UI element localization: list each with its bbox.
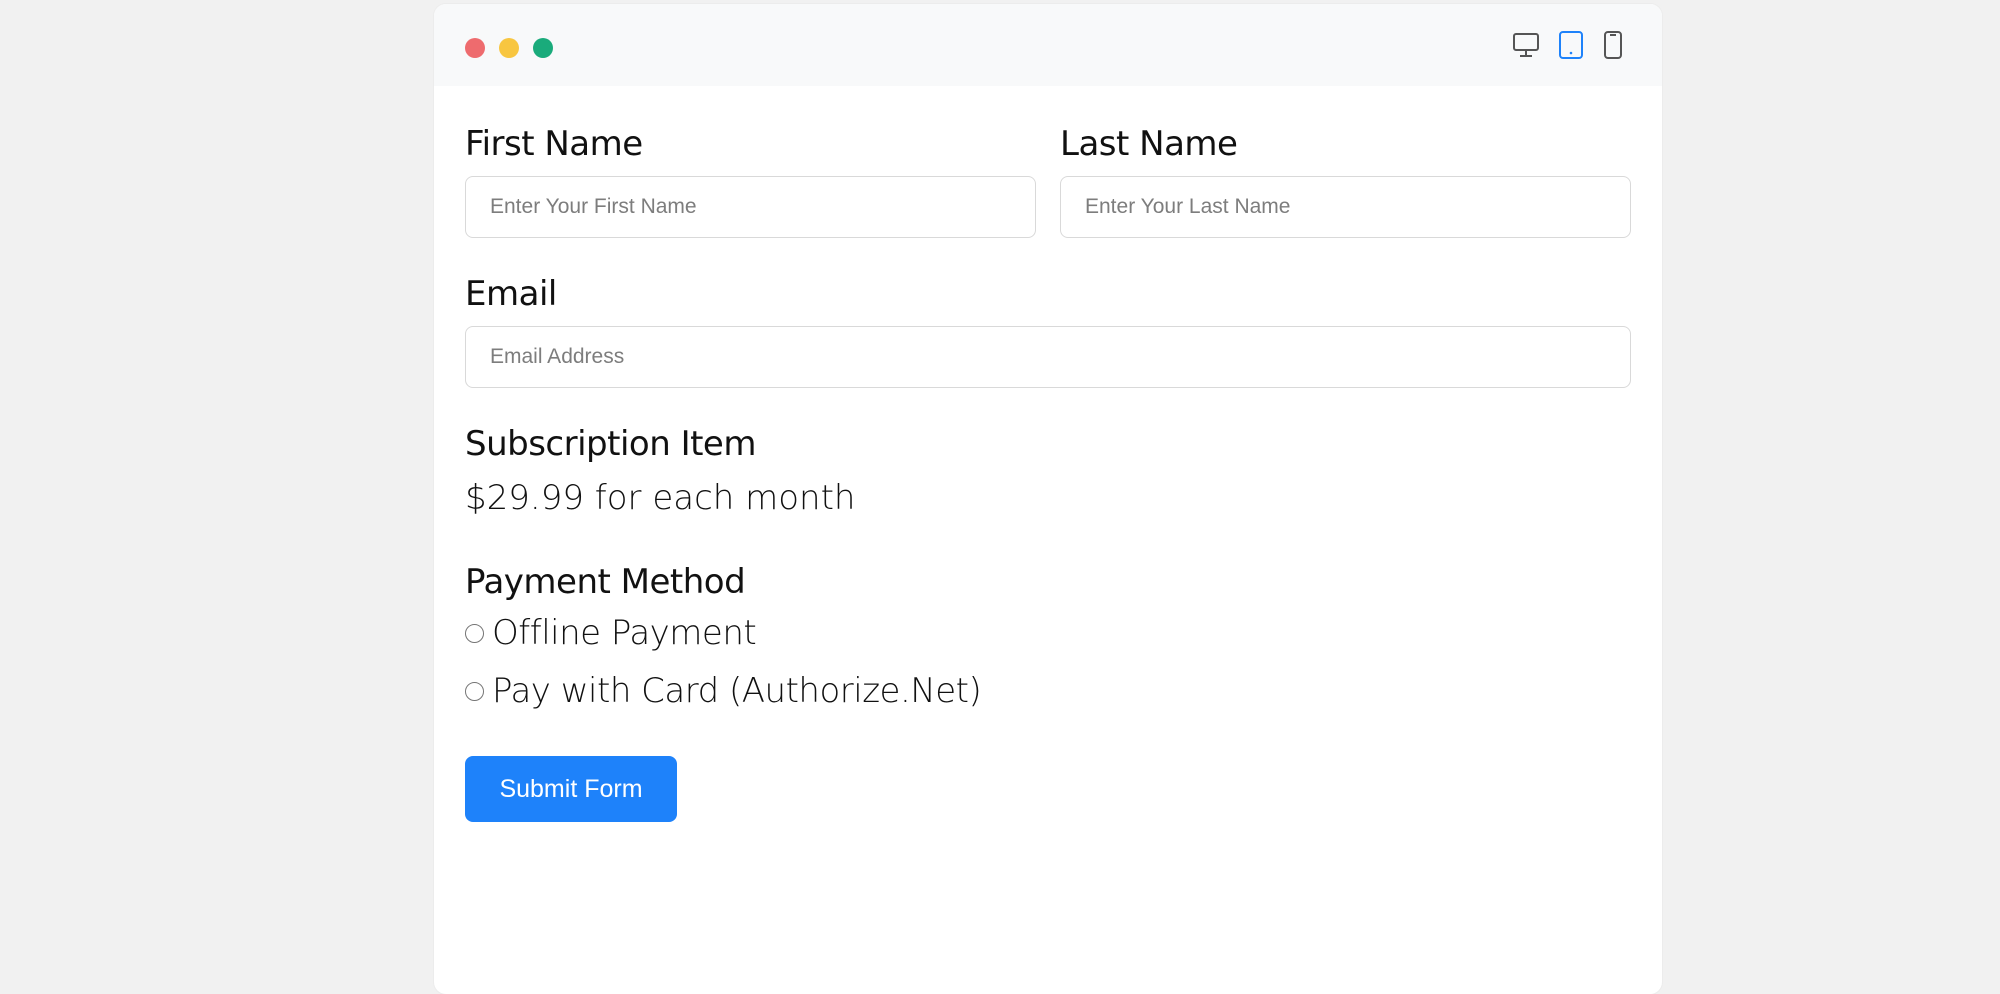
last-name-group: Last Name (1060, 124, 1631, 238)
desktop-icon[interactable] (1512, 32, 1540, 58)
last-name-input[interactable] (1060, 176, 1631, 238)
first-name-group: First Name (465, 124, 1036, 238)
form-body: First Name Last Name Email Subscription … (434, 86, 1662, 822)
mobile-icon[interactable] (1602, 30, 1624, 60)
last-name-label: Last Name (1060, 124, 1238, 164)
tablet-icon[interactable] (1558, 30, 1584, 60)
subscription-group: Subscription Item $29.99 for each month (465, 424, 1631, 520)
offline-payment-label: Offline Payment (492, 613, 757, 653)
subscription-price: $29.99 for each month (465, 478, 856, 518)
window-titlebar (434, 4, 1662, 86)
submit-form-button[interactable]: Submit Form (465, 756, 677, 822)
payment-option-card[interactable]: Pay with Card (Authorize.Net) (465, 662, 1631, 720)
payment-option-offline[interactable]: Offline Payment (465, 604, 1631, 662)
payment-method-label: Payment Method (465, 562, 746, 602)
email-input[interactable] (465, 326, 1631, 388)
first-name-input[interactable] (465, 176, 1036, 238)
subscription-label: Subscription Item (465, 424, 756, 464)
close-dot[interactable] (465, 38, 485, 58)
email-group: Email (465, 274, 1631, 388)
card-payment-radio[interactable] (465, 681, 484, 701)
minimize-dot[interactable] (499, 38, 519, 58)
first-name-label: First Name (465, 124, 643, 164)
form-preview-window: First Name Last Name Email Subscription … (434, 4, 1662, 994)
device-toggle-group (1512, 30, 1624, 60)
email-label: Email (465, 274, 557, 314)
offline-payment-radio[interactable] (465, 623, 484, 643)
payment-method-group: Payment Method Offline Payment Pay with … (465, 562, 1631, 720)
card-payment-label: Pay with Card (Authorize.Net) (492, 671, 982, 711)
maximize-dot[interactable] (533, 38, 553, 58)
name-row: First Name Last Name (465, 124, 1631, 238)
